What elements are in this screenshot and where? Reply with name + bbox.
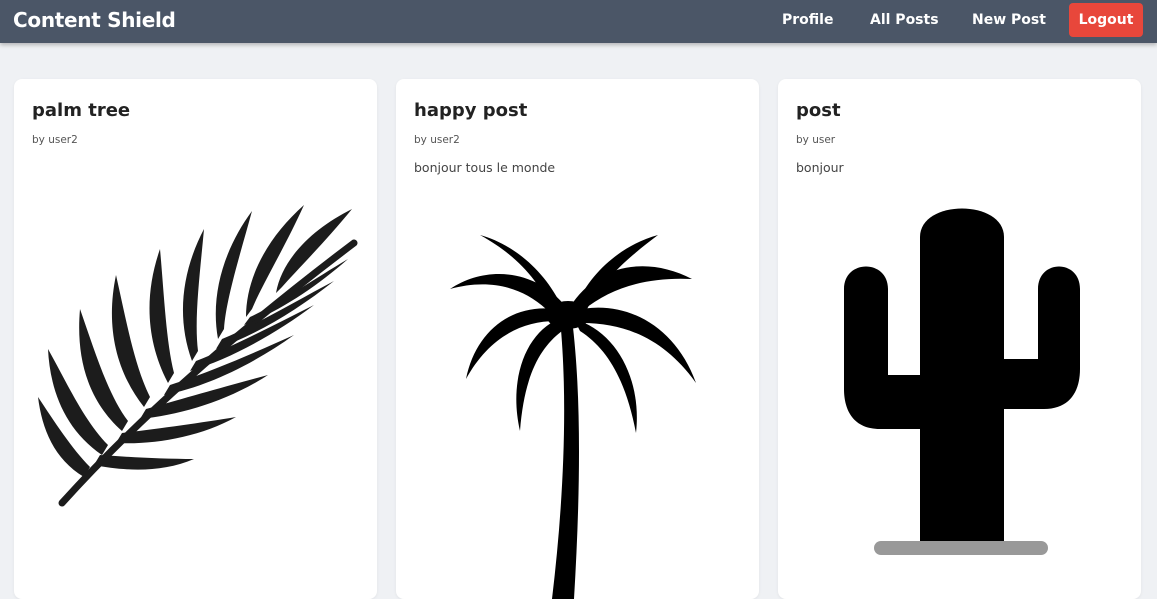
post-title: happy post: [414, 100, 528, 121]
palm-leaf-icon: [38, 205, 358, 507]
post-author: by user2: [414, 134, 460, 146]
nav-link-profile[interactable]: Profile: [782, 12, 833, 28]
post-body: bonjour tous le monde: [414, 160, 556, 175]
post-title: palm tree: [32, 100, 131, 121]
post-author: by user: [796, 134, 836, 146]
post-card[interactable]: palm tree by user2: [14, 79, 377, 599]
post-body: bonjour: [796, 160, 844, 175]
post-card[interactable]: post by user bonjour: [778, 79, 1141, 599]
navbar: Content Shield Profile All Posts New Pos…: [0, 0, 1157, 43]
nav-link-all-posts[interactable]: All Posts: [870, 12, 939, 28]
cactus-icon: [844, 208, 1080, 555]
post-title: post: [796, 100, 841, 121]
post-author: by user2: [32, 134, 78, 146]
logout-button[interactable]: Logout: [1069, 3, 1143, 37]
post-card[interactable]: happy post by user2 bonjour tous le mond…: [396, 79, 759, 599]
brand-title[interactable]: Content Shield: [13, 8, 176, 32]
nav-link-new-post[interactable]: New Post: [972, 12, 1046, 28]
palm-tree-icon: [450, 235, 696, 599]
